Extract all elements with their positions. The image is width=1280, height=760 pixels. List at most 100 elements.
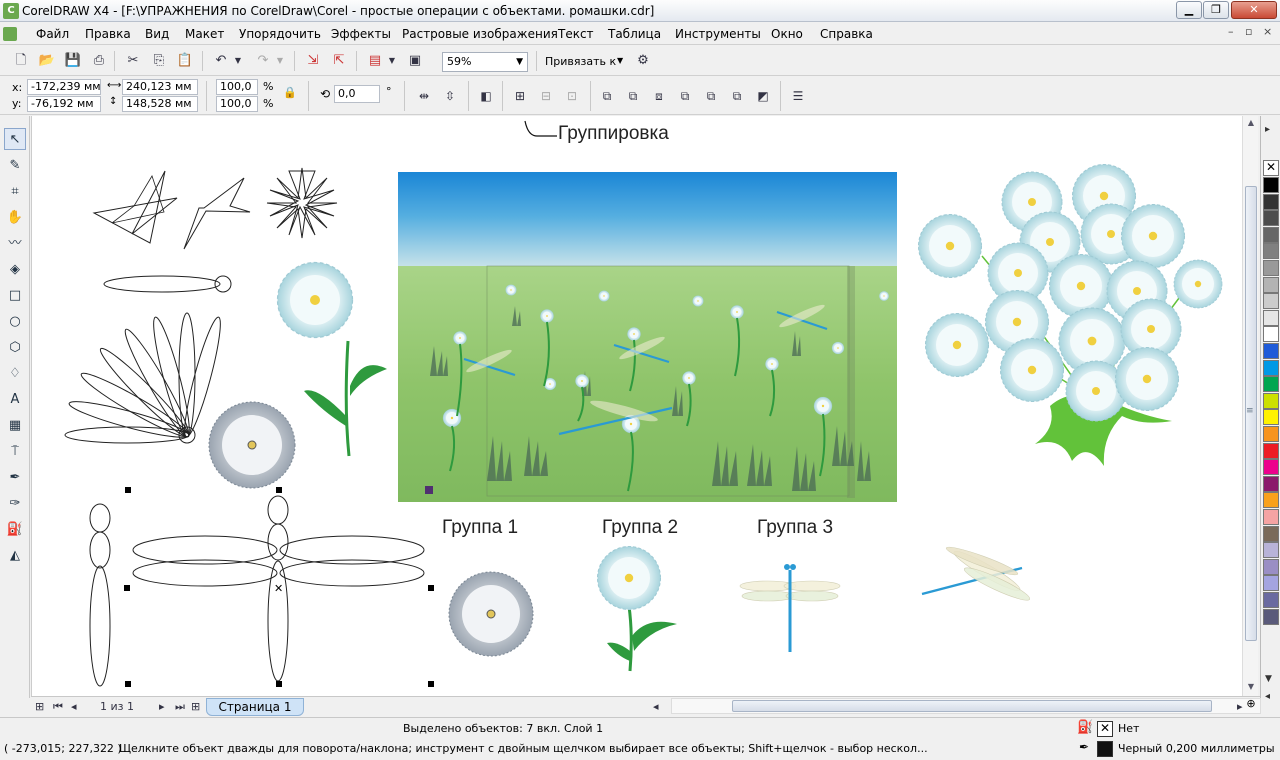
mirror-vertical-icon[interactable]: ⇳ bbox=[440, 86, 460, 106]
doc-restore-icon[interactable]: ▫ bbox=[1245, 25, 1252, 38]
palette-swatch[interactable] bbox=[1263, 459, 1279, 476]
menu-edit[interactable]: Правка bbox=[85, 27, 131, 41]
scroll-up-icon[interactable]: ▲ bbox=[1243, 118, 1259, 127]
copy-icon[interactable]: ⎘ bbox=[148, 50, 170, 72]
palette-swatch[interactable] bbox=[1263, 260, 1279, 276]
menu-text[interactable]: Текст bbox=[558, 27, 594, 41]
selection-handle-s[interactable] bbox=[276, 681, 282, 687]
menu-effects[interactable]: Эффекты bbox=[331, 27, 391, 41]
tab-page-1[interactable]: Страница 1 bbox=[206, 698, 304, 716]
menu-arrange[interactable]: Упорядочить bbox=[239, 27, 321, 41]
trim-icon[interactable]: ⧈ bbox=[649, 86, 669, 106]
menu-layout[interactable]: Макет bbox=[185, 27, 224, 41]
last-page-icon[interactable]: ⏭ bbox=[175, 700, 185, 714]
menu-tools[interactable]: Инструменты bbox=[675, 27, 761, 41]
zoom-navigator-icon[interactable]: ⊕ bbox=[1243, 697, 1259, 715]
undo-icon[interactable]: ↶ bbox=[210, 50, 232, 72]
palette-swatch[interactable] bbox=[1263, 193, 1279, 210]
crop-tool-icon[interactable]: ⌗ bbox=[4, 181, 26, 203]
vertical-scrollbar[interactable]: ▲ ≡ ▼ bbox=[1242, 116, 1258, 696]
redo-icon[interactable]: ↷ bbox=[252, 50, 274, 72]
intersect-icon[interactable]: ⧉ bbox=[675, 86, 695, 106]
palette-scroll-down-icon[interactable]: ▼ bbox=[1265, 674, 1272, 684]
paste-icon[interactable]: 📋 bbox=[174, 50, 196, 72]
palette-swatch[interactable] bbox=[1263, 177, 1279, 193]
new-document-icon[interactable]: 🗋 bbox=[10, 50, 32, 72]
zoom-combo[interactable]: 59% ▼ bbox=[442, 52, 528, 72]
palette-swatch[interactable] bbox=[1263, 608, 1279, 625]
front-minus-back-icon[interactable]: ⧉ bbox=[727, 86, 747, 106]
ungroup-icon[interactable]: ⊟ bbox=[536, 86, 556, 106]
snap-dropdown-icon[interactable]: ▼ bbox=[617, 56, 623, 65]
mirror-horizontal-icon[interactable]: ⇹ bbox=[414, 86, 434, 106]
next-page-icon[interactable]: ▸ bbox=[159, 700, 165, 713]
selection-handle-nw[interactable] bbox=[125, 487, 131, 493]
menu-help[interactable]: Справка bbox=[820, 27, 873, 41]
palette-swatch[interactable] bbox=[1263, 376, 1279, 393]
x-position-field[interactable]: -172,239 мм bbox=[27, 79, 101, 95]
launcher-dropdown-icon[interactable]: ▼ bbox=[386, 50, 398, 72]
object-height-field[interactable]: 148,528 мм bbox=[122, 96, 198, 112]
palette-scroll-up-icon[interactable]: ▸ bbox=[1265, 124, 1270, 135]
welcome-screen-icon[interactable]: ▣ bbox=[404, 50, 426, 72]
palette-swatch[interactable] bbox=[1263, 326, 1279, 343]
polygon-tool-icon[interactable]: ⬡ bbox=[4, 337, 26, 359]
hscroll-right-icon[interactable]: ▸ bbox=[1237, 700, 1243, 713]
interactive-fill-tool-icon[interactable]: ◭ bbox=[4, 545, 26, 567]
selection-handle-se[interactable] bbox=[428, 681, 434, 687]
smart-fill-tool-icon[interactable]: ◈ bbox=[4, 259, 26, 281]
no-color-swatch[interactable]: ✕ bbox=[1263, 160, 1279, 176]
restore-button[interactable]: ❐ bbox=[1203, 1, 1229, 19]
doc-close-icon[interactable]: × bbox=[1263, 25, 1272, 38]
selection-handle-n[interactable] bbox=[276, 487, 282, 493]
combine-icon[interactable]: ⧉ bbox=[597, 86, 617, 106]
menu-bitmaps[interactable]: Растровые изображения bbox=[402, 27, 558, 41]
lock-ratio-icon[interactable]: 🔒 bbox=[283, 86, 297, 99]
options-icon[interactable]: ⚙ bbox=[632, 50, 654, 72]
drawing-canvas[interactable]: ✕ Группировка Группа 1 Группа 2 Группа 3 bbox=[32, 116, 1242, 696]
palette-swatch[interactable] bbox=[1263, 276, 1279, 293]
freehand-tool-icon[interactable]: 〰 bbox=[4, 233, 26, 255]
palette-swatch[interactable] bbox=[1263, 592, 1279, 608]
fill-tool-icon[interactable]: ⛽ bbox=[4, 519, 26, 541]
y-position-field[interactable]: -76,192 мм bbox=[27, 96, 101, 112]
add-page-after-icon[interactable]: ⊞ bbox=[191, 700, 200, 713]
palette-swatch[interactable] bbox=[1263, 343, 1279, 359]
weld-icon[interactable]: ⧉ bbox=[623, 86, 643, 106]
horizontal-scrollbar[interactable] bbox=[671, 698, 1261, 714]
document-icon[interactable] bbox=[3, 27, 17, 41]
object-width-field[interactable]: 240,123 мм bbox=[122, 79, 198, 95]
table-tool-icon[interactable]: ▦ bbox=[4, 415, 26, 437]
pick-tool-icon[interactable]: ↖ bbox=[4, 128, 26, 150]
selection-handle-sw[interactable] bbox=[125, 681, 131, 687]
palette-swatch[interactable] bbox=[1263, 409, 1279, 426]
hscroll-left-icon[interactable]: ◂ bbox=[653, 700, 659, 713]
palette-swatch[interactable] bbox=[1263, 309, 1279, 326]
application-launcher-icon[interactable]: ▤ bbox=[364, 50, 386, 72]
palette-swatch[interactable] bbox=[1263, 359, 1279, 376]
undo-dropdown-icon[interactable]: ▼ bbox=[232, 50, 244, 72]
scale-x-field[interactable]: 100,0 bbox=[216, 79, 258, 95]
print-icon[interactable]: ⎙ bbox=[88, 50, 110, 72]
menu-file[interactable]: Файл bbox=[36, 27, 69, 41]
menu-view[interactable]: Вид bbox=[145, 27, 169, 41]
fill-none-swatch[interactable]: ✕ bbox=[1097, 721, 1113, 737]
basic-shapes-tool-icon[interactable]: ♢ bbox=[4, 363, 26, 385]
outline-color-swatch[interactable] bbox=[1097, 741, 1113, 757]
palette-swatch[interactable] bbox=[1263, 575, 1279, 592]
text-tool-icon[interactable]: A bbox=[4, 389, 26, 411]
selection-handle-e[interactable] bbox=[428, 585, 434, 591]
doc-minimize-icon[interactable]: – bbox=[1228, 25, 1234, 38]
palette-swatch[interactable] bbox=[1263, 243, 1279, 260]
palette-swatch[interactable] bbox=[1263, 392, 1279, 409]
cut-icon[interactable]: ✂ bbox=[122, 50, 144, 72]
rectangle-tool-icon[interactable]: □ bbox=[4, 285, 26, 307]
redo-dropdown-icon[interactable]: ▼ bbox=[274, 50, 286, 72]
first-page-icon[interactable]: ⏮ bbox=[53, 700, 63, 714]
align-distribute-icon[interactable]: ☰ bbox=[788, 86, 808, 106]
to-front-icon[interactable]: ◧ bbox=[476, 86, 496, 106]
palette-swatch[interactable] bbox=[1263, 525, 1279, 542]
palette-expand-icon[interactable]: ◂ bbox=[1265, 691, 1270, 702]
outline-tool-icon[interactable]: ✑ bbox=[4, 493, 26, 515]
rotation-angle-field[interactable]: 0,0 bbox=[334, 85, 380, 103]
